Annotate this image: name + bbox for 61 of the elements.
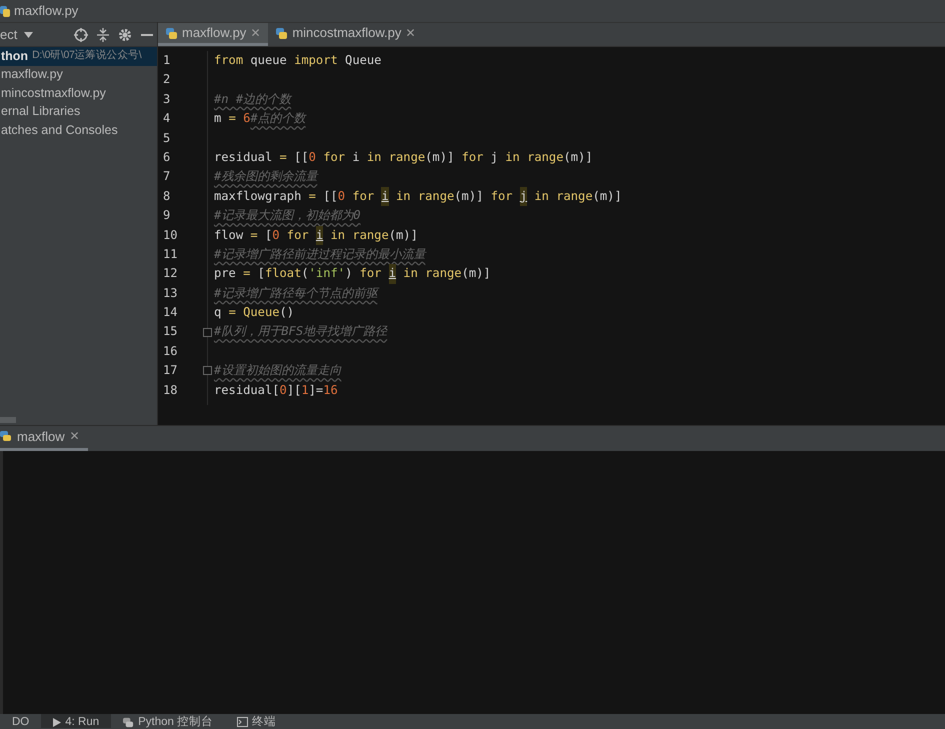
code-line: #设置初始图的流量走向 <box>214 362 342 380</box>
code-line: residual[0][1]=16 <box>214 382 339 399</box>
terminal-icon <box>237 717 248 727</box>
line-number: 9 <box>163 208 170 222</box>
line-number: 7 <box>163 169 170 184</box>
project-view-dropdown[interactable]: ect <box>0 24 33 44</box>
line-number: 3 <box>163 92 170 106</box>
line-number: 5 <box>163 130 170 145</box>
tree-item[interactable]: mincostmaxflow.py <box>0 84 157 102</box>
code-line: pre = [float('inf') for i in range(m)] <box>214 264 945 284</box>
line-number: 14 <box>163 305 178 320</box>
code-line: maxflowgraph = [[0 for i in range(m)] for j in range(m)] <box>214 186 945 206</box>
tree-item[interactable]: thon D:\0研\07运筹说公众号\ <box>0 47 157 66</box>
python-file-icon <box>276 26 288 40</box>
line-number: 1 <box>163 53 170 67</box>
code-line: #记录最大流图，初始都为0 <box>214 207 362 224</box>
code-line: from queue import Queue <box>214 52 382 69</box>
tree-item[interactable]: ernal Libraries <box>0 102 157 121</box>
window-title: maxflow.py <box>14 2 78 20</box>
line-number: 17 <box>163 363 178 378</box>
code-line: q = Queue() <box>214 304 296 322</box>
line-number: 11 <box>163 246 178 261</box>
code-line: #记录增广路径每个节点的前驱 <box>214 284 380 302</box>
code-line: residual = [[0 for i in range(m)] for j in range(m)] <box>214 148 594 166</box>
code-line: flow = [0 for i in range(m)] <box>214 226 945 245</box>
line-number: 18 <box>163 382 178 397</box>
line-number: 13 <box>163 286 178 300</box>
tool-window-tab[interactable]: DO <box>0 714 42 728</box>
line-number: 4 <box>163 111 170 126</box>
code-line: #残余图的剩余流量 <box>214 168 320 186</box>
play-icon <box>53 718 62 726</box>
python-icon <box>123 716 134 728</box>
line-number: 12 <box>163 266 178 280</box>
code-line: #队列，用于BFS地寻找增广路径 <box>214 323 388 340</box>
python-icon <box>0 430 12 442</box>
line-number: 8 <box>163 188 170 203</box>
tool-window-tab[interactable]: Python 控制台 <box>111 714 226 728</box>
minimize-icon[interactable] <box>141 32 153 36</box>
code-line: m = 6#点的个数 <box>214 110 308 128</box>
crosshair-icon[interactable] <box>74 28 88 42</box>
line-number: 6 <box>163 150 170 164</box>
collapse-icon[interactable] <box>97 28 109 42</box>
python-file-icon <box>0 4 10 18</box>
line-number: 10 <box>163 228 178 242</box>
fold-marker-icon[interactable] <box>203 328 212 337</box>
settings-icon[interactable] <box>118 28 132 42</box>
code-line: #n #边的个数 <box>214 90 293 108</box>
python-file-icon <box>166 26 178 40</box>
caret-icon <box>24 32 33 38</box>
tool-window-tab[interactable]: 终端 <box>225 714 288 728</box>
scrollbar-thumb[interactable] <box>0 417 16 423</box>
fold-marker-icon[interactable] <box>203 366 212 376</box>
tool-window-tab[interactable]: 4: Run <box>41 714 112 728</box>
code-line: #记录增广路径前进过程记录的最小流量 <box>214 246 428 263</box>
line-number: 2 <box>163 72 170 86</box>
line-number: 15 <box>163 324 178 338</box>
editor-tab[interactable]: mincostmaxflow.py ✕ <box>268 23 424 46</box>
tree-item[interactable]: maxflow.py <box>0 66 157 84</box>
tree-item[interactable]: atches and Consoles <box>0 121 157 140</box>
line-number: 16 <box>163 344 178 358</box>
editor-tab[interactable]: maxflow.py ✕ <box>158 23 268 46</box>
